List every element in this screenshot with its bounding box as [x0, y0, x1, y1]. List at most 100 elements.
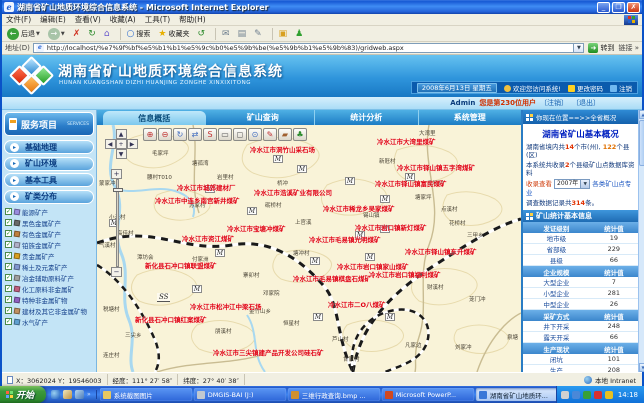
address-input[interactable]: e http://localhost/%e7%9f%bf%e5%b1%b1%e5…	[33, 43, 575, 53]
sidebar-button-3[interactable]: ▸矿类分布	[4, 190, 94, 204]
mineral-item-1[interactable]: ✓黑色金属矿产	[5, 217, 95, 228]
map-canvas[interactable]: 毛家坪塘孤湾腰村T010蒙家冲岩里村桥冲新觃村毛坪村大湾里苏家村砺桥村塘家坪锡山…	[97, 125, 521, 372]
zoom-track[interactable]	[116, 179, 119, 267]
address-dropdown-button[interactable]: ▼	[574, 43, 584, 53]
mineral-item-5[interactable]: ✓稀土及元素矿产	[5, 261, 95, 272]
close-button[interactable]: ✗	[627, 2, 640, 13]
mine-point-marker[interactable]: M	[273, 155, 283, 163]
menu-item-4[interactable]: 工具(T)	[145, 14, 170, 25]
back-button[interactable]: ←后退▼	[5, 27, 42, 41]
scroll-up-arrow[interactable]: ▲	[639, 110, 644, 119]
logout-link[interactable]: 注销	[610, 83, 632, 93]
taskbar-item[interactable]: 系统截图图片	[100, 388, 192, 401]
tab-系统管理[interactable]: 系统管理	[419, 110, 522, 125]
zoom-out-tool[interactable]: ⊖	[158, 128, 172, 141]
history-button[interactable]: ↺	[195, 27, 207, 41]
pan-tool[interactable]: ↻	[173, 128, 187, 141]
checkbox-checked-icon[interactable]: ✓	[5, 241, 12, 248]
zoom-thumb[interactable]	[113, 188, 123, 192]
tab-统计分析[interactable]: 统计分析	[315, 110, 419, 125]
quick-launch-desktop-icon[interactable]	[75, 390, 84, 399]
measure-tool[interactable]: ⇄	[188, 128, 202, 141]
search-button[interactable]: ○搜索	[125, 27, 153, 41]
mineral-item-4[interactable]: ✓贵金属矿产	[5, 250, 95, 261]
mine-point-marker[interactable]: M	[297, 165, 307, 173]
mineral-item-3[interactable]: ✓铂族金属矿产	[5, 239, 95, 250]
edit-button[interactable]: ✎	[252, 27, 264, 41]
mineral-item-0[interactable]: ✓能源矿产	[5, 206, 95, 217]
pan-left-button[interactable]: ◀	[105, 139, 116, 149]
pan-down-button[interactable]: ▼	[116, 149, 127, 159]
stop-button[interactable]: ✗	[71, 27, 83, 41]
scroll-thumb[interactable]	[639, 120, 644, 166]
menu-item-1[interactable]: 编辑(E)	[40, 14, 66, 25]
checkbox-checked-icon[interactable]: ✓	[5, 307, 12, 314]
links-label[interactable]: 链接 »	[618, 43, 639, 53]
mine-point-marker[interactable]: M	[215, 249, 225, 257]
mineral-item-7[interactable]: ✓化工原料非金属矿	[5, 283, 95, 294]
checkbox-checked-icon[interactable]: ✓	[5, 263, 12, 270]
map-pan-control[interactable]: ▲ ◀ + ▶ ▼	[103, 129, 139, 159]
messenger-button[interactable]: ♟	[293, 27, 305, 41]
quick-launch-ie-icon[interactable]	[51, 390, 60, 399]
menu-item-0[interactable]: 文件(F)	[6, 14, 31, 25]
taskbar-item[interactable]: 湖南省矿山地质环...	[476, 388, 556, 401]
checkbox-checked-icon[interactable]: ✓	[5, 208, 12, 215]
tray-icon-4[interactable]	[605, 391, 613, 399]
pan-up-button[interactable]: ▲	[116, 129, 127, 139]
stop-draw-tool[interactable]: S	[203, 128, 217, 141]
mine-point-marker[interactable]: M	[247, 207, 257, 215]
tab-矿山查询[interactable]: 矿山查询	[212, 110, 316, 125]
title-bar[interactable]: e 湖南省矿山地质环境综合信息系统 - Microsoft Internet E…	[2, 0, 642, 14]
pan-right-button[interactable]: ▶	[127, 139, 138, 149]
zoom-in-tool[interactable]: ⊕	[143, 128, 157, 141]
mail-button[interactable]: ✉	[220, 27, 232, 41]
sidebar-button-1[interactable]: ▸矿山环境	[4, 157, 94, 171]
mineral-item-10[interactable]: ✓水气矿产	[5, 316, 95, 327]
zoom-in-button[interactable]: +	[111, 169, 122, 179]
clear-select-tool[interactable]: ◻	[233, 128, 247, 141]
draw-line-tool[interactable]: ✎	[263, 128, 277, 141]
tray-icon-3[interactable]	[594, 391, 602, 399]
mine-point-marker[interactable]: M	[313, 313, 323, 321]
refresh-button[interactable]: ↻	[86, 27, 98, 41]
checkbox-checked-icon[interactable]: ✓	[5, 219, 12, 226]
home-button[interactable]: ⌂	[102, 27, 112, 41]
mine-point-marker[interactable]: M	[380, 195, 390, 203]
mine-point-marker[interactable]: M	[192, 285, 202, 293]
checkbox-checked-icon[interactable]: ✓	[5, 296, 12, 303]
forward-button[interactable]: →▼	[46, 27, 67, 41]
menu-item-3[interactable]: 收藏(A)	[110, 14, 136, 25]
taskbar-item[interactable]: Microsoft PowerP...	[382, 388, 474, 401]
favorites-button[interactable]: ★收藏夹	[156, 27, 191, 41]
vertical-scrollbar[interactable]: ▲ ▼	[638, 110, 644, 372]
checkbox-checked-icon[interactable]: ✓	[5, 230, 12, 237]
menu-item-2[interactable]: 查看(V)	[75, 14, 101, 25]
pan-center-button[interactable]: +	[116, 139, 127, 149]
tab-信息概括[interactable]: 信息概括	[103, 111, 206, 125]
maximize-button[interactable]: ❐	[612, 2, 625, 13]
zoom-out-button[interactable]: −	[111, 267, 122, 277]
checkbox-checked-icon[interactable]: ✓	[5, 285, 12, 292]
start-button[interactable]: 开始	[0, 386, 46, 403]
scroll-down-arrow[interactable]: ▼	[639, 363, 644, 372]
logout-link-2[interactable]: 〔注销〕	[540, 98, 568, 108]
mineral-item-6[interactable]: ✓冶金辅助原料矿产	[5, 272, 95, 283]
mine-point-marker[interactable]: M	[345, 177, 355, 185]
tray-icon-0[interactable]	[561, 391, 569, 399]
notes-button[interactable]: ▣	[277, 27, 290, 41]
mineral-item-2[interactable]: ✓有色金属矿产	[5, 228, 95, 239]
welcome-link[interactable]: 欢迎您访问系统!	[504, 83, 561, 93]
quick-launch-overflow-chevron[interactable]: »	[87, 391, 91, 398]
mineral-item-8[interactable]: ✓特种非金属矿物	[5, 294, 95, 305]
checkbox-checked-icon[interactable]: ✓	[5, 252, 12, 259]
go-button[interactable]: ➜ 转到	[588, 43, 614, 53]
legend-tool[interactable]: ♣	[293, 128, 307, 141]
mine-point-marker[interactable]: M	[385, 313, 395, 321]
print-button[interactable]: ▤	[236, 27, 249, 41]
select-rect-tool[interactable]: ▭	[218, 128, 232, 141]
map-zoom-slider[interactable]: + −	[111, 169, 123, 277]
checkbox-checked-icon[interactable]: ✓	[5, 318, 12, 325]
sidebar-button-0[interactable]: ▸基础地理	[4, 140, 94, 154]
mineral-item-9[interactable]: ✓建材及其它非金属矿物	[5, 305, 95, 316]
